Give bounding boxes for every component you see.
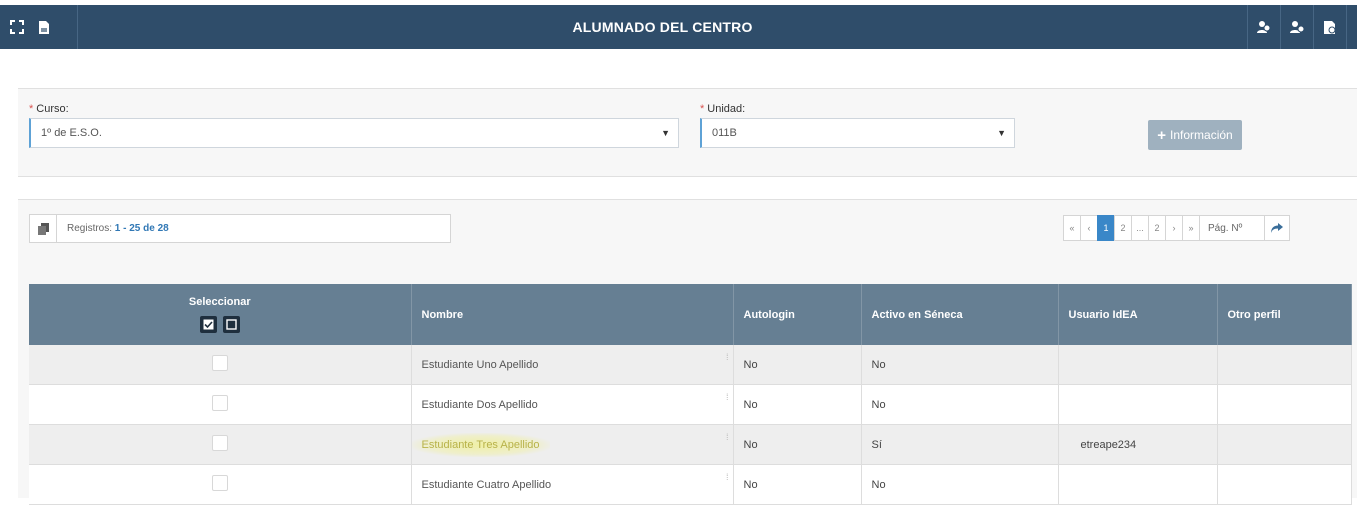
next-page-button[interactable]: ›: [1165, 215, 1183, 241]
drag-handle-icon: ⁞: [725, 472, 729, 482]
plus-icon: +: [1157, 126, 1167, 144]
records-text: Registros: 1 - 25 de 28: [57, 223, 169, 234]
chevron-down-icon: ▼: [661, 128, 670, 138]
column-header-nombre[interactable]: Nombre: [411, 284, 734, 345]
unidad-label-text: Unidad:: [707, 103, 746, 115]
usuario-cell: [1058, 384, 1218, 425]
more-icon[interactable]: [1346, 5, 1357, 49]
users-icon[interactable]: [1247, 5, 1280, 49]
records-counter: Registros: 1 - 25 de 28: [29, 214, 451, 243]
nombre-cell: Estudiante Tres Apellido ⁞: [411, 424, 734, 465]
otro-perfil-cell: [1217, 464, 1352, 505]
top-right-tools: [1247, 5, 1357, 49]
first-page-button[interactable]: «: [1063, 215, 1081, 241]
document-user-icon[interactable]: [1313, 5, 1346, 49]
activo-cell: No: [861, 384, 1059, 425]
informacion-button-label: Información: [1170, 128, 1233, 142]
informacion-button[interactable]: + Información: [1148, 120, 1242, 150]
column-header-usuario[interactable]: Usuario IdEA: [1058, 284, 1218, 345]
top-bar: ALUMNADO DEL CENTRO: [0, 5, 1357, 49]
otro-perfil-cell: [1217, 424, 1352, 465]
records-range: 1 - 25 de 28: [114, 223, 169, 234]
activo-cell: Sí: [861, 424, 1059, 465]
row-select-cell: [29, 464, 412, 505]
unidad-select[interactable]: 011B ▼: [700, 118, 1015, 148]
page-number-input[interactable]: Pág. Nº: [1199, 215, 1265, 241]
students-table: Seleccionar Nombre Autologin Activo en S…: [29, 284, 1352, 505]
pdf-icon[interactable]: [38, 20, 50, 35]
required-mark: *: [700, 103, 705, 115]
activo-cell: No: [861, 345, 1059, 385]
share-arrow-icon[interactable]: [1264, 215, 1290, 241]
select-all-icon[interactable]: [199, 316, 217, 333]
student-name[interactable]: Estudiante Dos Apellido: [422, 399, 538, 411]
unidad-label: * Unidad:: [700, 103, 745, 115]
row-select-cell: [29, 424, 412, 465]
seleccionar-label: Seleccionar: [188, 296, 251, 308]
page-button-1[interactable]: 1: [1097, 215, 1115, 241]
pagination: « ‹ 1 2 ... 2 › » Pág. Nº: [1063, 215, 1290, 241]
drag-handle-icon: ⁞: [725, 352, 729, 362]
required-mark: *: [29, 103, 34, 115]
row-checkbox[interactable]: [211, 395, 228, 411]
student-name-highlighted[interactable]: Estudiante Tres Apellido: [411, 432, 550, 457]
unidad-select-value: 011B: [712, 127, 737, 139]
table-row[interactable]: Estudiante Cuatro Apellido ⁞ No No: [29, 464, 1352, 505]
usuario-cell: [1058, 345, 1218, 385]
table-row[interactable]: Estudiante Dos Apellido ⁞ No No: [29, 384, 1352, 425]
row-checkbox[interactable]: [211, 435, 228, 451]
activo-cell: No: [861, 464, 1059, 505]
prev-page-button[interactable]: ‹: [1080, 215, 1098, 241]
usuario-cell: [1058, 464, 1218, 505]
column-header-activo[interactable]: Activo en Séneca: [861, 284, 1059, 345]
curso-select[interactable]: 1º de E.S.O. ▼: [29, 118, 679, 148]
deselect-all-icon[interactable]: [222, 316, 240, 333]
drag-handle-icon: ⁞: [725, 432, 729, 442]
row-select-cell: [29, 384, 412, 425]
otro-perfil-cell: [1217, 345, 1352, 385]
top-left-tools: [0, 5, 78, 49]
records-prefix: Registros:: [67, 223, 115, 234]
drag-handle-icon: ⁞: [725, 392, 729, 402]
autologin-cell: No: [733, 424, 862, 465]
row-checkbox[interactable]: [211, 475, 228, 491]
usuario-cell: etreape234: [1058, 424, 1218, 465]
table-header-row: Seleccionar Nombre Autologin Activo en S…: [29, 284, 1352, 345]
fullscreen-icon[interactable]: [10, 20, 24, 34]
copy-icon[interactable]: [30, 215, 57, 242]
nombre-cell: Estudiante Dos Apellido ⁞: [411, 384, 734, 425]
column-header-autologin[interactable]: Autologin: [733, 284, 862, 345]
autologin-cell: No: [733, 345, 862, 385]
page-title: ALUMNADO DEL CENTRO: [572, 19, 753, 35]
table-row[interactable]: Estudiante Tres Apellido ⁞ No Sí etreape2…: [29, 424, 1352, 465]
page-button-last[interactable]: 2: [1148, 215, 1166, 241]
table-row[interactable]: Estudiante Uno Apellido ⁞ No No: [29, 345, 1352, 385]
column-header-seleccionar: Seleccionar: [29, 284, 412, 345]
row-checkbox[interactable]: [211, 355, 228, 371]
curso-label-text: Curso:: [36, 103, 69, 115]
autologin-cell: No: [733, 464, 862, 505]
student-name[interactable]: Estudiante Cuatro Apellido: [422, 479, 552, 491]
last-page-button[interactable]: »: [1182, 215, 1200, 241]
column-header-otro-perfil[interactable]: Otro perfil: [1217, 284, 1352, 345]
curso-select-value: 1º de E.S.O.: [41, 127, 102, 139]
chevron-down-icon: ▼: [997, 128, 1006, 138]
page-ellipsis: ...: [1131, 215, 1149, 241]
otro-perfil-cell: [1217, 384, 1352, 425]
autologin-cell: No: [733, 384, 862, 425]
page-button-2[interactable]: 2: [1114, 215, 1132, 241]
student-name[interactable]: Estudiante Uno Apellido: [422, 359, 539, 371]
row-select-cell: [29, 345, 412, 385]
nombre-cell: Estudiante Cuatro Apellido ⁞: [411, 464, 734, 505]
curso-label: * Curso:: [29, 103, 69, 115]
users-alt-icon[interactable]: [1280, 5, 1313, 49]
nombre-cell: Estudiante Uno Apellido ⁞: [411, 345, 734, 385]
